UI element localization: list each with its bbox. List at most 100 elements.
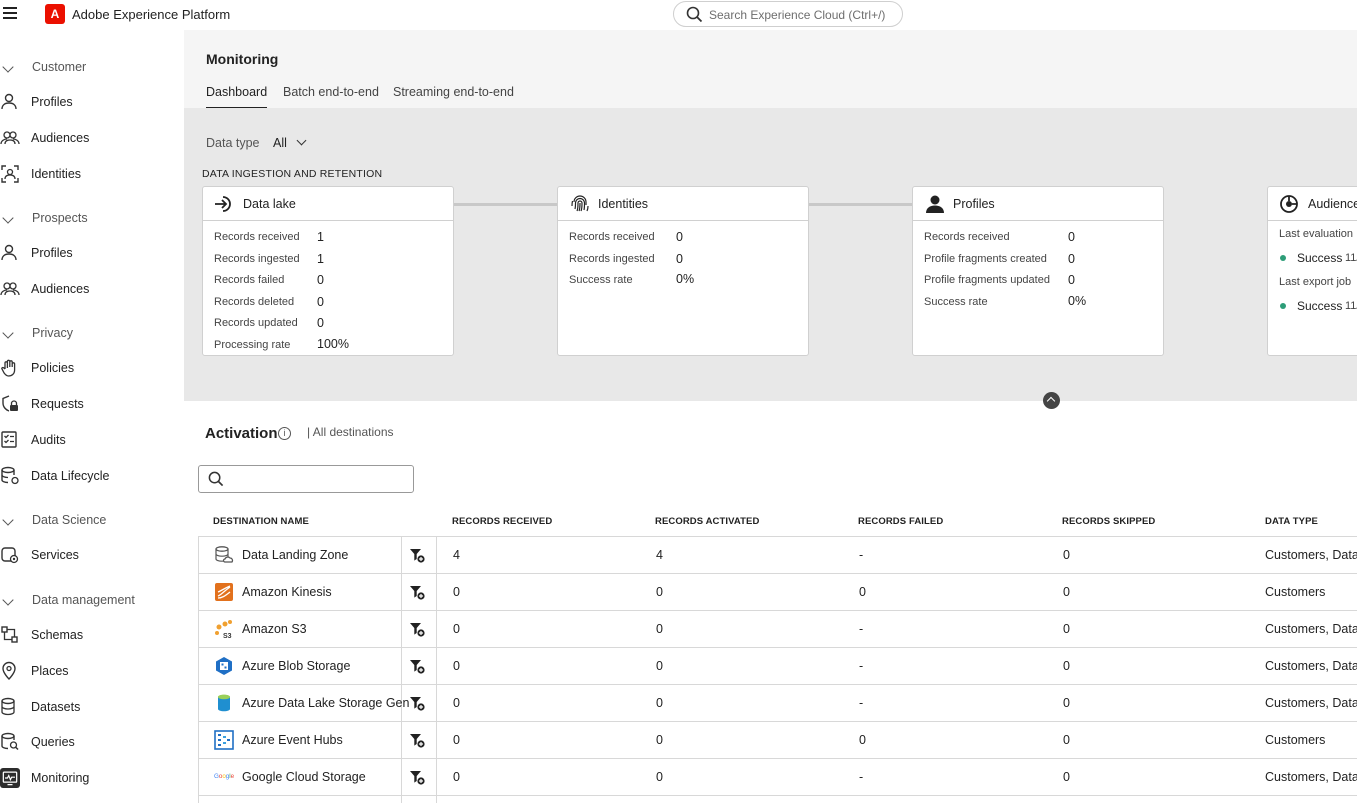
data-lake-card[interactable]: Data lake Records received 1 Records ing… bbox=[202, 186, 454, 356]
records-skipped-cell: 0 bbox=[1063, 622, 1070, 636]
destination-name[interactable]: Amazon S3 bbox=[242, 622, 307, 636]
records-received-cell: 0 bbox=[453, 659, 460, 673]
records-received-cell: 0 bbox=[453, 622, 460, 636]
filter-add-icon[interactable] bbox=[409, 547, 425, 563]
identities-card[interactable]: Identities Records received 0 Records in… bbox=[557, 186, 809, 356]
chevron-down-icon[interactable] bbox=[296, 135, 307, 146]
flow-connector bbox=[454, 203, 558, 206]
metric-value: 0% bbox=[676, 272, 695, 286]
amazon-s3-icon: S3 bbox=[214, 619, 234, 640]
last-evaluation-date: 11/ bbox=[1345, 252, 1357, 264]
all-destinations-link[interactable]: | All destinations bbox=[307, 425, 394, 439]
column-header-records-received[interactable]: RECORDS RECEIVED bbox=[452, 516, 552, 527]
column-header-records-skipped[interactable]: RECORDS SKIPPED bbox=[1062, 516, 1155, 527]
hand-icon bbox=[1, 359, 16, 377]
table-row[interactable]: Azure Blob Storage 0 0 - 0 Customers, Datase bbox=[198, 648, 1357, 685]
sidebar-item-policies[interactable]: Policies bbox=[0, 356, 184, 382]
app-title[interactable]: Adobe Experience Platform bbox=[72, 7, 230, 22]
destination-name[interactable]: Azure Event Hubs bbox=[242, 733, 343, 747]
monitoring-icon bbox=[0, 768, 20, 788]
success-status-dot bbox=[1280, 303, 1286, 309]
sidebar-item-prospects-audiences[interactable]: Audiences bbox=[0, 277, 184, 303]
search-icon bbox=[208, 471, 224, 487]
column-header-records-activated[interactable]: RECORDS ACTIVATED bbox=[655, 516, 759, 527]
data-lifecycle-icon bbox=[1, 466, 19, 485]
profiles-card[interactable]: Profiles Records received 0 Profile frag… bbox=[912, 186, 1164, 356]
metric-value: 0 bbox=[317, 316, 324, 330]
audiences-card[interactable]: Audiences Last evaluation Success 11/ La… bbox=[1267, 186, 1357, 356]
table-row[interactable]: Azure Data Lake Storage Gen 0 0 - 0 Customers… bbox=[198, 685, 1357, 722]
records-activated-cell: 0 bbox=[656, 770, 663, 784]
destination-name[interactable]: Google Cloud Storage bbox=[242, 770, 366, 784]
table-row[interactable]: Data Landing Zone 4 4 - 0 Customers, Datase bbox=[198, 537, 1357, 574]
sidebar-item-queries[interactable]: Queries bbox=[0, 730, 184, 756]
metric-value: 0 bbox=[317, 273, 324, 287]
table-row[interactable]: S3 Amazon S3 0 0 - 0 Customers, Datase bbox=[198, 611, 1357, 648]
filter-add-icon[interactable] bbox=[409, 621, 425, 637]
records-skipped-cell: 0 bbox=[1063, 733, 1070, 747]
global-search-input[interactable]: Search Experience Cloud (Ctrl+/) bbox=[673, 1, 903, 27]
data-type-cell: Customers bbox=[1265, 733, 1326, 747]
filter-add-icon[interactable] bbox=[409, 769, 425, 785]
destination-name[interactable]: Azure Blob Storage bbox=[242, 659, 350, 673]
data-type-dropdown[interactable]: All bbox=[273, 136, 287, 150]
records-failed-cell: - bbox=[859, 548, 864, 562]
sidebar-item-data-lifecycle[interactable]: Data Lifecycle bbox=[0, 464, 184, 490]
filter-add-icon[interactable] bbox=[409, 584, 425, 600]
destination-name[interactable]: Azure Data Lake Storage Gen bbox=[242, 696, 409, 710]
sidebar-item-customer-audiences[interactable]: Audiences bbox=[0, 126, 184, 152]
sidebar-item-datasets[interactable]: Datasets bbox=[0, 695, 184, 721]
hamburger-menu-icon[interactable] bbox=[3, 7, 17, 21]
sidebar-item-customer-profiles[interactable]: Profiles bbox=[0, 90, 184, 116]
sidebar-item-prospects-profiles[interactable]: Profiles bbox=[0, 241, 184, 267]
metric-value: 0 bbox=[1068, 252, 1075, 266]
azure-blob-icon bbox=[214, 656, 234, 676]
records-received-cell: 0 bbox=[453, 733, 460, 747]
collapse-panel-button[interactable] bbox=[1043, 392, 1060, 409]
column-header-destination-name[interactable]: DESTINATION NAME bbox=[213, 516, 309, 527]
sidebar-item-places[interactable]: Places bbox=[0, 659, 184, 685]
metric-label: Records deleted bbox=[214, 296, 295, 308]
services-icon bbox=[1, 547, 19, 564]
filter-add-icon[interactable] bbox=[409, 732, 425, 748]
top-bar: A Adobe Experience Platform Search Exper… bbox=[0, 0, 1357, 30]
filter-add-icon[interactable] bbox=[409, 658, 425, 674]
sidebar-item-services[interactable]: Services bbox=[0, 543, 184, 569]
sidebar-item-customer-identities[interactable]: Identities bbox=[0, 162, 184, 188]
person-icon bbox=[1, 244, 17, 261]
tab-dashboard[interactable]: Dashboard bbox=[206, 85, 268, 109]
destination-name[interactable]: Data Landing Zone bbox=[242, 548, 348, 562]
filter-add-icon[interactable] bbox=[409, 695, 425, 711]
metric-value: 0% bbox=[1068, 294, 1087, 308]
profiles-title: Profiles bbox=[953, 197, 995, 211]
success-status-dot bbox=[1280, 255, 1286, 261]
metric-label: Records ingested bbox=[569, 253, 655, 265]
data-type-cell: Customers, Datase bbox=[1265, 770, 1357, 784]
records-failed-cell: - bbox=[859, 696, 864, 710]
sidebar-item-audits[interactable]: Audits bbox=[0, 428, 184, 454]
tab-batch-end-to-end[interactable]: Batch end-to-end bbox=[283, 85, 379, 99]
sidebar-item-requests[interactable]: Requests bbox=[0, 392, 184, 418]
column-header-records-failed[interactable]: RECORDS FAILED bbox=[858, 516, 943, 527]
activation-search-input[interactable] bbox=[198, 465, 414, 493]
requests-lock-icon bbox=[2, 395, 18, 412]
sidebar-item-schemas[interactable]: Schemas bbox=[0, 623, 184, 649]
records-activated-cell: 0 bbox=[656, 696, 663, 710]
records-activated-cell: 4 bbox=[656, 548, 663, 562]
person-icon bbox=[1, 93, 17, 110]
table-row[interactable]: Google Google Cloud Storage 0 0 - 0 Customers,… bbox=[198, 759, 1357, 796]
metric-label: Processing rate bbox=[214, 339, 291, 351]
sidebar-item-monitoring[interactable]: Monitoring bbox=[0, 766, 184, 792]
destination-name[interactable]: Amazon Kinesis bbox=[242, 585, 332, 599]
page-title: Monitoring bbox=[206, 51, 279, 67]
metric-value: 100% bbox=[317, 337, 349, 351]
table-row[interactable]: Azure Event Hubs 0 0 0 0 Customers bbox=[198, 722, 1357, 759]
tab-streaming-end-to-end[interactable]: Streaming end-to-end bbox=[393, 85, 514, 99]
last-export-status: Success bbox=[1297, 299, 1343, 313]
column-header-data-type[interactable]: DATA TYPE bbox=[1265, 516, 1318, 527]
adobe-logo[interactable]: A bbox=[45, 4, 65, 24]
records-received-cell: 0 bbox=[453, 585, 460, 599]
metric-value: 0 bbox=[1068, 273, 1075, 287]
info-icon[interactable]: i bbox=[278, 427, 291, 440]
table-row[interactable]: Amazon Kinesis 0 0 0 0 Customers bbox=[198, 574, 1357, 611]
